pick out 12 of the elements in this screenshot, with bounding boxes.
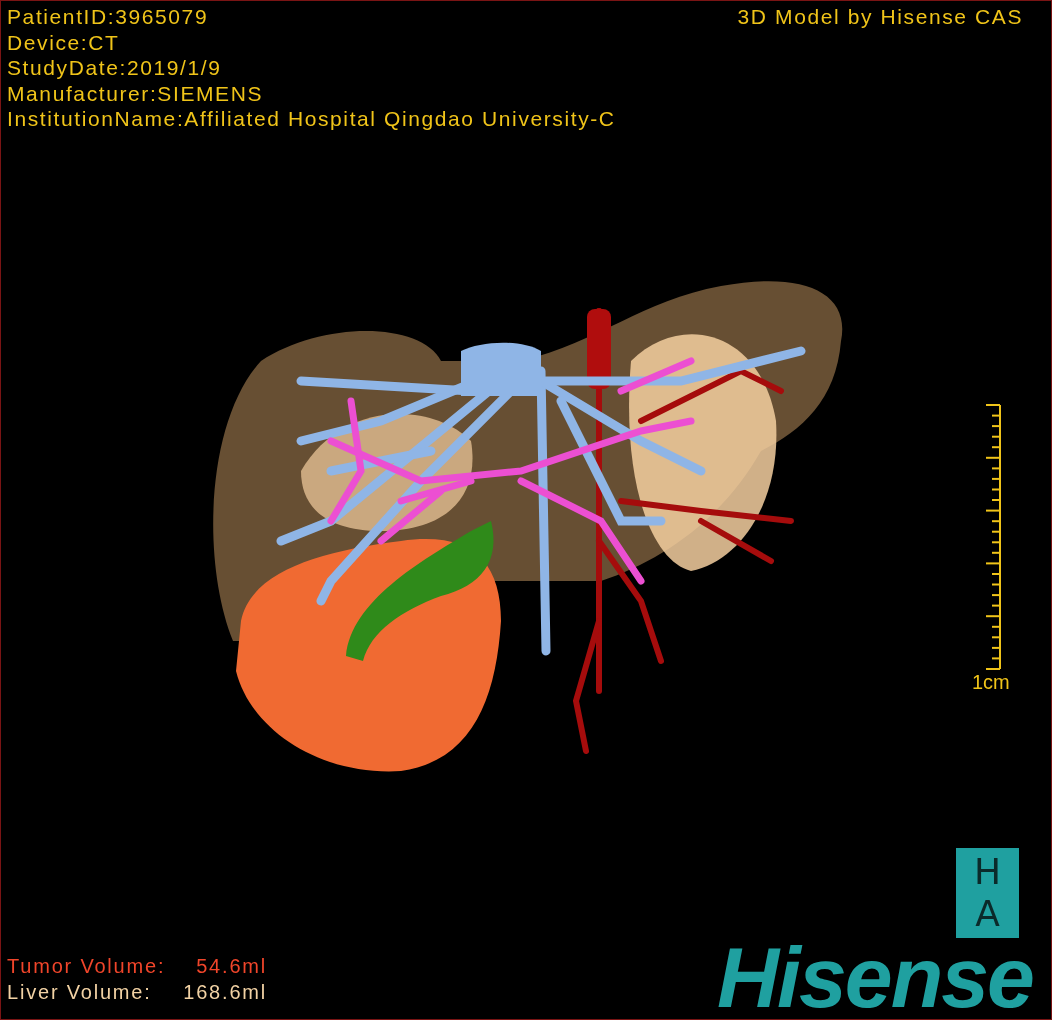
study-info-text: Manufacturer:SIEMENS xyxy=(7,80,265,107)
volume-value: 54.6ml xyxy=(195,954,268,979)
volume-label: Tumor Volume: xyxy=(7,954,166,979)
study-info-text: StudyDate:2019/1/9 xyxy=(7,55,223,81)
scale-label: 1cm xyxy=(972,670,1010,695)
study-info-text: PatientID:3965079 xyxy=(7,4,210,30)
badge-letter: H xyxy=(973,851,1002,893)
study-info-text: InstitutionName:Affiliated Hospital Qingdao University-C xyxy=(7,106,616,132)
study-info-text: Device:CT xyxy=(7,29,121,56)
viewer-title: 3D Model by Hisense CAS xyxy=(737,4,1023,30)
volume-value: 168.6ml xyxy=(183,979,268,1005)
volume-label: Liver Volume: xyxy=(7,979,153,1005)
